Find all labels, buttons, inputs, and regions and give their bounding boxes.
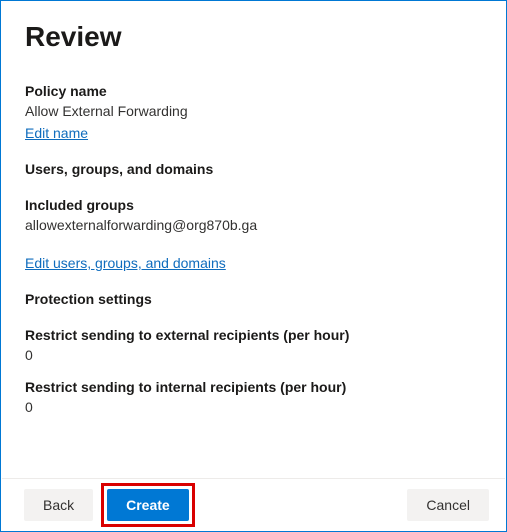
restrict-external-label: Restrict sending to external recipients …	[25, 327, 482, 343]
included-groups-block: Included groups allowexternalforwarding@…	[25, 197, 482, 233]
create-button-highlight: Create	[101, 483, 195, 527]
page-title: Review	[25, 21, 482, 53]
restrict-external-value: 0	[25, 347, 482, 363]
restrict-internal-value: 0	[25, 399, 482, 415]
policy-name-label: Policy name	[25, 83, 482, 99]
footer-bar: Back Create Cancel	[2, 478, 505, 530]
users-groups-domains-heading: Users, groups, and domains	[25, 161, 482, 177]
edit-users-groups-domains-link[interactable]: Edit users, groups, and domains	[25, 255, 226, 271]
review-panel: Review Policy name Allow External Forwar…	[1, 1, 506, 479]
policy-name-block: Policy name Allow External Forwarding Ed…	[25, 83, 482, 161]
cancel-button[interactable]: Cancel	[407, 489, 489, 521]
create-button[interactable]: Create	[107, 489, 189, 521]
included-groups-label: Included groups	[25, 197, 482, 213]
restrict-internal-label: Restrict sending to internal recipients …	[25, 379, 482, 395]
protection-settings-block: Restrict sending to external recipients …	[25, 327, 482, 415]
back-button[interactable]: Back	[24, 489, 93, 521]
policy-name-value: Allow External Forwarding	[25, 103, 482, 119]
edit-name-link[interactable]: Edit name	[25, 125, 88, 141]
included-groups-value: allowexternalforwarding@org870b.ga	[25, 217, 482, 233]
protection-settings-heading: Protection settings	[25, 291, 482, 307]
